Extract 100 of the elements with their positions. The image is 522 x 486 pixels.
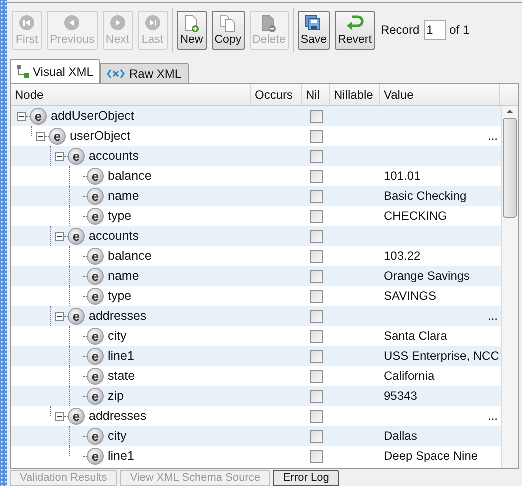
nil-checkbox[interactable] xyxy=(310,410,322,422)
node-name: accounts xyxy=(89,228,140,245)
element-badge-icon: e xyxy=(68,228,85,244)
new-button[interactable]: New xyxy=(176,10,207,50)
element-badge-icon: e xyxy=(49,128,66,144)
nil-checkbox[interactable] xyxy=(310,110,322,122)
play-icon xyxy=(110,14,126,30)
copy-documents-icon xyxy=(220,14,236,32)
value-cell-text: Basic Checking xyxy=(384,188,467,205)
nil-checkbox[interactable] xyxy=(310,210,322,222)
element-badge-icon: e xyxy=(87,208,104,224)
nil-checkbox[interactable] xyxy=(310,250,322,262)
skip-back-icon xyxy=(19,14,35,30)
collapse-icon[interactable] xyxy=(55,232,64,240)
vertical-scrollbar[interactable] xyxy=(501,106,518,468)
element-badge-icon: e xyxy=(87,248,104,264)
nil-checkbox[interactable] xyxy=(310,430,322,442)
column-header[interactable]: Value xyxy=(380,84,500,105)
element-badge-icon: e xyxy=(68,408,85,424)
edit-value-button[interactable]: ... xyxy=(488,130,498,142)
element-badge-icon: e xyxy=(87,348,104,364)
value-cell-text: 95343 xyxy=(384,388,418,405)
column-header[interactable]: Nillable xyxy=(330,84,380,105)
xml-tag-icon xyxy=(107,68,126,78)
column-header[interactable]: Occurs xyxy=(251,84,302,105)
collapse-icon[interactable] xyxy=(36,132,45,140)
edit-value-button[interactable]: ... xyxy=(488,310,498,322)
nil-checkbox[interactable] xyxy=(310,150,322,162)
value-cell-text: Santa Clara xyxy=(384,328,448,345)
copy-button[interactable]: Copy xyxy=(212,10,245,50)
node-name: userObject xyxy=(70,128,130,145)
nil-checkbox[interactable] xyxy=(310,450,322,462)
collapse-icon[interactable] xyxy=(55,312,64,320)
collapse-icon[interactable] xyxy=(55,152,64,160)
panel-tab[interactable]: Error Log xyxy=(273,470,340,486)
delete-document-icon xyxy=(261,14,278,32)
record-number-field[interactable]: 1 xyxy=(424,20,446,40)
node-name: type xyxy=(108,208,132,225)
node-name: addresses xyxy=(89,408,147,425)
nil-checkbox[interactable] xyxy=(310,130,322,142)
element-badge-icon: e xyxy=(87,428,104,444)
save-button[interactable]: Save xyxy=(298,10,330,50)
node-name: name xyxy=(108,268,140,285)
element-badge-icon: e xyxy=(68,308,85,324)
nil-checkbox[interactable] xyxy=(310,290,322,302)
node-name: zip xyxy=(108,388,124,405)
node-name: city xyxy=(108,428,127,445)
nil-checkbox[interactable] xyxy=(310,270,322,282)
element-badge-icon: e xyxy=(68,148,85,164)
view-tab[interactable]: Visual XML xyxy=(10,59,100,83)
column-header[interactable]: Nil xyxy=(302,84,330,105)
value-cell-text: 103.22 xyxy=(384,248,421,265)
value-cell-text: Deep Space Nine xyxy=(384,448,478,465)
nil-checkbox[interactable] xyxy=(310,370,322,382)
node-name: balance xyxy=(108,248,152,265)
nil-checkbox[interactable] xyxy=(310,190,322,202)
node-name: line1 xyxy=(108,448,134,465)
element-badge-icon: e xyxy=(87,188,104,204)
element-badge-icon: e xyxy=(87,388,104,404)
node-name: type xyxy=(108,288,132,305)
value-cell-text: USS Enterprise, NCC xyxy=(384,348,500,365)
new-document-icon xyxy=(184,14,200,32)
column-header[interactable]: Node xyxy=(11,84,251,105)
undo-arrow-icon xyxy=(346,14,364,30)
value-cell-text: Orange Savings xyxy=(384,268,470,285)
node-name: accounts xyxy=(89,148,140,165)
nil-checkbox[interactable] xyxy=(310,330,322,342)
record-label: Record xyxy=(380,22,420,39)
nil-checkbox[interactable] xyxy=(310,390,322,402)
nil-checkbox[interactable] xyxy=(310,230,322,242)
nil-checkbox[interactable] xyxy=(310,350,322,362)
value-cell-text: Dallas xyxy=(384,428,418,445)
nil-checkbox[interactable] xyxy=(310,170,322,182)
node-name: balance xyxy=(108,168,152,185)
view-tab[interactable]: Raw XML xyxy=(100,63,188,83)
collapse-icon[interactable] xyxy=(55,412,64,420)
scroll-thumb[interactable] xyxy=(503,118,517,218)
value-cell-text: CHECKING xyxy=(384,208,448,225)
edit-value-button[interactable]: ... xyxy=(488,410,498,422)
play-back-icon xyxy=(64,14,80,30)
node-name: city xyxy=(108,328,127,345)
element-badge-icon: e xyxy=(87,368,104,384)
element-badge-icon: e xyxy=(87,288,104,304)
element-badge-icon: e xyxy=(30,108,47,124)
nil-checkbox[interactable] xyxy=(310,310,322,322)
element-badge-icon: e xyxy=(87,268,104,284)
node-name: line1 xyxy=(108,348,134,365)
value-cell-text: SAVINGS xyxy=(384,288,436,305)
node-name: addUserObject xyxy=(51,108,134,125)
tree-icon xyxy=(17,65,29,78)
node-name: addresses xyxy=(89,308,147,325)
element-badge-icon: e xyxy=(87,168,104,184)
node-name: name xyxy=(108,188,140,205)
value-cell-text: 101.01 xyxy=(384,168,421,185)
revert-button[interactable]: Revert xyxy=(335,10,375,50)
element-badge-icon: e xyxy=(87,448,104,464)
value-cell-text: California xyxy=(384,368,435,385)
collapse-icon[interactable] xyxy=(17,112,26,120)
skip-forward-icon xyxy=(144,14,161,30)
node-name: state xyxy=(108,368,136,385)
